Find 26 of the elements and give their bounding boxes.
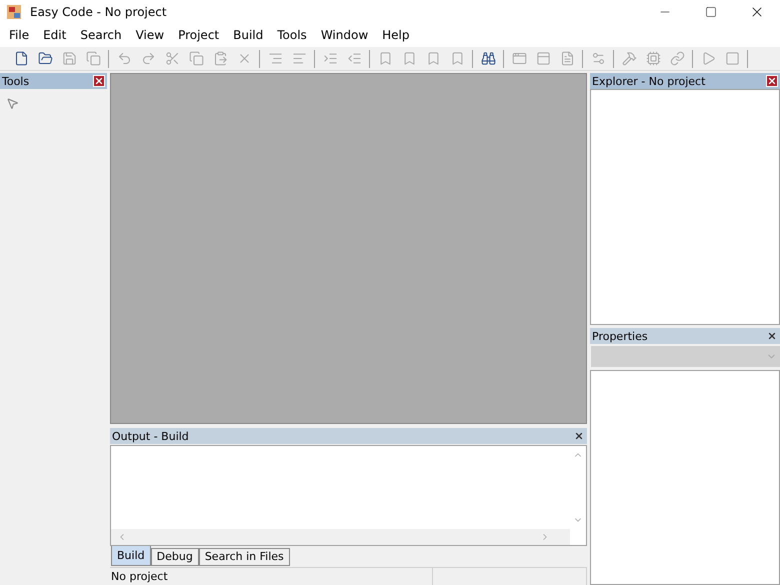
panel-title: Explorer - No project (592, 74, 706, 88)
app-logo-icon (6, 4, 22, 20)
menu-item[interactable]: View (128, 24, 172, 46)
menu-item[interactable]: Build (226, 24, 270, 46)
menu-item[interactable]: Tools (270, 24, 314, 46)
pointer-icon[interactable] (6, 97, 19, 110)
close-button[interactable] (766, 75, 778, 87)
window-title: Easy Code - No project (30, 4, 168, 18)
close-button[interactable] (766, 330, 778, 342)
menu-item[interactable]: Project (171, 24, 226, 46)
menu-item[interactable]: Search (73, 24, 129, 46)
menu-item[interactable]: Window (314, 24, 376, 46)
output-tab[interactable]: Search in Files (198, 548, 290, 566)
horizontal-scrollbar[interactable] (111, 528, 570, 545)
binoculars-icon[interactable] (479, 50, 497, 68)
panel-title: Output - Build (112, 430, 189, 443)
panel-title: Properties (592, 330, 648, 342)
menu-item[interactable]: Help (375, 24, 416, 46)
status-text: No project (110, 568, 433, 585)
output-tab[interactable]: Build (111, 546, 151, 566)
output-tab[interactable]: Debug (150, 548, 199, 566)
panel-title: Tools (2, 74, 30, 88)
maximize-icon[interactable] (705, 6, 717, 18)
menu-item[interactable]: Edit (36, 24, 74, 46)
menu-item[interactable]: File (2, 24, 36, 46)
close-button[interactable] (93, 75, 105, 87)
